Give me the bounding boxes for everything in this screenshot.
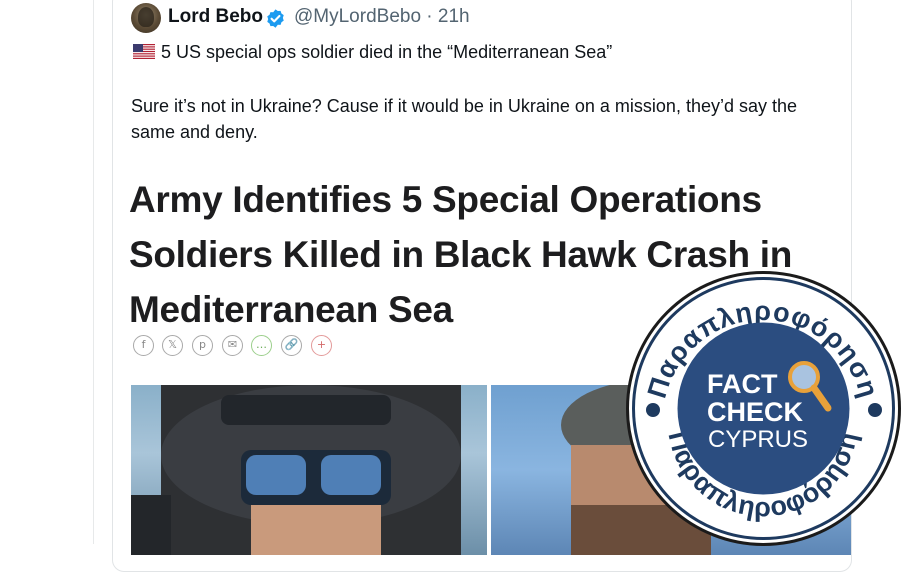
badge-check-text: CHECK	[707, 397, 804, 427]
tweet-line1-text: 5 US special ops soldier died in the “Me…	[161, 42, 613, 62]
tweet-body-text: Sure it’s not in Ukraine? Cause if it wo…	[131, 96, 798, 142]
verified-badge-icon	[267, 9, 284, 28]
facebook-share-icon[interactable]: f	[133, 335, 154, 356]
x-share-icon[interactable]: 𝕏	[162, 335, 183, 356]
author-handle-time[interactable]: @MyLordBebo · 21h	[294, 6, 470, 28]
pinterest-share-icon[interactable]: p	[192, 335, 213, 356]
author-display-name[interactable]: Lord Bebo	[168, 6, 263, 28]
link-share-icon[interactable]: 🔗	[281, 335, 302, 356]
email-share-icon[interactable]: ✉	[222, 335, 243, 356]
more-share-icon[interactable]: +	[311, 335, 332, 356]
badge-cyprus-text: CYPRUS	[708, 426, 808, 453]
us-flag-icon	[133, 44, 155, 59]
article-photo-left[interactable]	[131, 385, 487, 555]
badge-dot-left	[646, 403, 660, 417]
timeline-border	[93, 0, 94, 544]
fact-check-cyprus-badge: Παραπληροφόρηση Παραπληροφόρηση FACT CHE…	[626, 271, 901, 546]
avatar[interactable]	[131, 3, 161, 33]
sms-share-icon[interactable]: …	[251, 335, 272, 356]
badge-fact-text: FACT	[707, 369, 778, 399]
badge-dot-right	[868, 403, 882, 417]
